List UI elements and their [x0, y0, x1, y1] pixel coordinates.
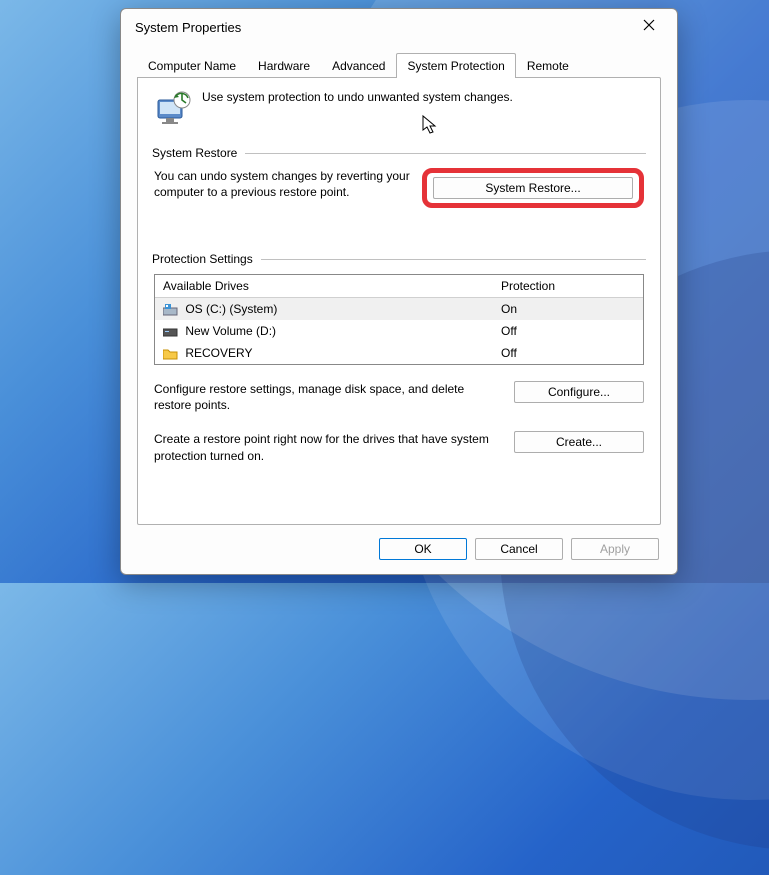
tab-computer-name[interactable]: Computer Name: [137, 53, 247, 78]
system-restore-group: System Restore: [152, 146, 646, 160]
col-header-drive: Available Drives: [155, 275, 493, 297]
dialog-buttons: OK Cancel Apply: [121, 534, 677, 574]
drives-header: Available Drives Protection: [155, 275, 643, 298]
system-restore-label: System Restore: [152, 146, 237, 160]
tab-system-protection[interactable]: System Protection: [396, 53, 515, 78]
folder-icon: [163, 348, 179, 360]
drive-protection: Off: [493, 342, 643, 364]
tab-advanced[interactable]: Advanced: [321, 53, 396, 78]
configure-button[interactable]: Configure...: [514, 381, 644, 403]
titlebar: System Properties: [121, 9, 677, 41]
drive-name: RECOVERY: [185, 346, 252, 360]
system-restore-text: You can undo system changes by reverting…: [154, 168, 414, 200]
highlight-annotation: System Restore...: [422, 168, 644, 208]
intro-text: Use system protection to undo unwanted s…: [202, 90, 513, 104]
create-text: Create a restore point right now for the…: [154, 431, 502, 463]
drive-protection: Off: [493, 320, 643, 342]
apply-button: Apply: [571, 538, 659, 560]
disk-os-icon: [163, 304, 179, 316]
cancel-button[interactable]: Cancel: [475, 538, 563, 560]
drive-protection: On: [493, 298, 643, 320]
protection-settings-group: Protection Settings: [152, 252, 646, 266]
protection-settings-label: Protection Settings: [152, 252, 253, 266]
drive-name: New Volume (D:): [185, 324, 276, 338]
tab-hardware[interactable]: Hardware: [247, 53, 321, 78]
system-protection-icon: [152, 90, 192, 128]
drive-name: OS (C:) (System): [185, 302, 277, 316]
col-header-protection: Protection: [493, 275, 643, 297]
system-restore-button[interactable]: System Restore...: [433, 177, 633, 199]
disk-icon: [163, 326, 179, 338]
tab-remote[interactable]: Remote: [516, 53, 580, 78]
tab-strip: Computer Name Hardware Advanced System P…: [121, 41, 677, 78]
drive-row[interactable]: RECOVERY Off: [155, 342, 643, 364]
drives-table: Available Drives Protection OS (C:) (Sys…: [154, 274, 644, 365]
drive-row[interactable]: OS (C:) (System) On: [155, 298, 643, 320]
close-button[interactable]: [629, 13, 669, 41]
window-title: System Properties: [135, 20, 241, 35]
drive-row[interactable]: New Volume (D:) Off: [155, 320, 643, 342]
ok-button[interactable]: OK: [379, 538, 467, 560]
create-button[interactable]: Create...: [514, 431, 644, 453]
configure-text: Configure restore settings, manage disk …: [154, 381, 502, 413]
system-properties-dialog: System Properties Computer Name Hardware…: [120, 8, 678, 575]
tab-panel-system-protection: Use system protection to undo unwanted s…: [137, 77, 661, 525]
